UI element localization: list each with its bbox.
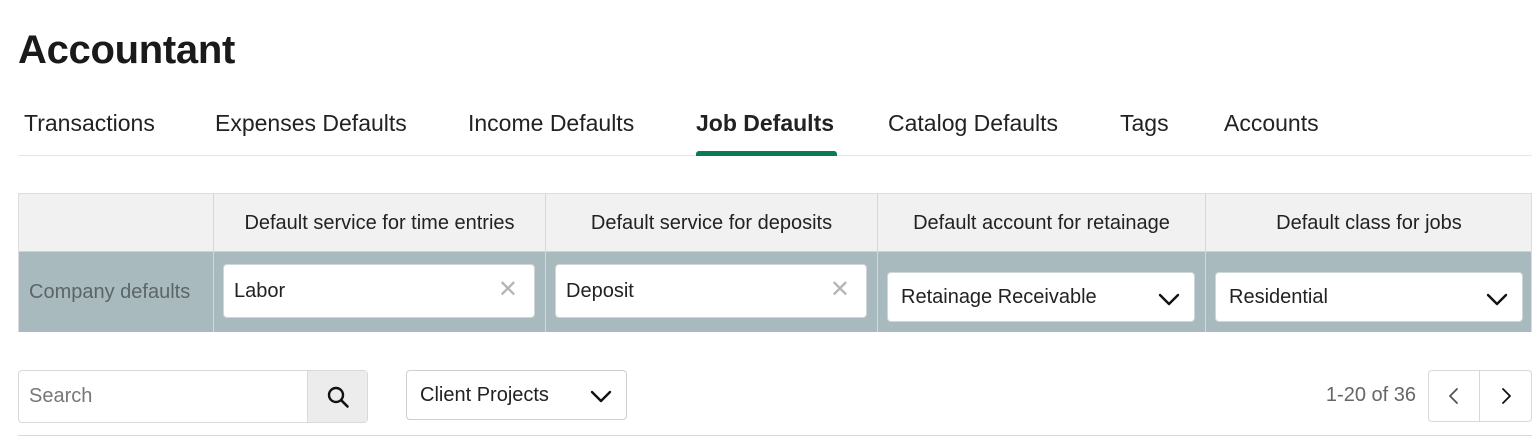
chevron-right-icon xyxy=(1501,388,1511,404)
search-icon xyxy=(327,386,349,408)
pagination-controls xyxy=(1428,370,1532,422)
page-title: Accountant xyxy=(18,28,236,72)
tab-transactions[interactable]: Transactions xyxy=(24,110,155,137)
tab-catalog-defaults[interactable]: Catalog Defaults xyxy=(888,110,1058,137)
header-retainage-account: Default account for retainage xyxy=(913,211,1170,234)
divider xyxy=(18,435,1532,436)
chevron-down-icon xyxy=(1158,293,1180,306)
chevron-down-icon xyxy=(590,390,612,403)
row-label-company-defaults: Company defaults xyxy=(29,280,191,303)
retainage-account-select[interactable]: Retainage Receivable xyxy=(887,272,1195,322)
tab-expenses-defaults[interactable]: Expenses Defaults xyxy=(215,110,407,137)
search-input[interactable] xyxy=(19,371,308,422)
search-box xyxy=(18,370,368,423)
tab-tags[interactable]: Tags xyxy=(1120,110,1169,137)
tab-income-defaults[interactable]: Income Defaults xyxy=(468,110,634,137)
header-deposits-service: Default service for deposits xyxy=(590,211,833,234)
retainage-account-value: Retainage Receivable xyxy=(901,285,1097,308)
job-defaults-table: Default service for time entries Default… xyxy=(18,193,1532,332)
previous-page-button[interactable] xyxy=(1429,371,1480,421)
close-icon[interactable]: ✕ xyxy=(830,278,850,302)
chevron-left-icon xyxy=(1449,388,1458,404)
time-entries-service-value: Labor xyxy=(234,279,286,302)
search-button[interactable] xyxy=(307,371,367,422)
pagination-count: 1-20 of 36 xyxy=(1325,384,1416,406)
tab-bar: Transactions Expenses Defaults Income De… xyxy=(18,104,1532,156)
deposit-service-value: Deposit xyxy=(566,279,634,302)
time-entries-service-field[interactable]: Labor ✕ xyxy=(223,264,535,318)
active-tab-indicator xyxy=(696,151,837,156)
tab-job-defaults[interactable]: Job Defaults xyxy=(696,110,834,137)
close-icon[interactable]: ✕ xyxy=(498,278,518,302)
job-class-select[interactable]: Residential xyxy=(1215,272,1523,322)
header-time-entries-service: Default service for time entries xyxy=(244,211,515,234)
tab-accounts[interactable]: Accounts xyxy=(1224,110,1319,137)
project-filter-value: Client Projects xyxy=(420,383,549,406)
project-filter-select[interactable]: Client Projects xyxy=(406,370,627,420)
deposit-service-field[interactable]: Deposit ✕ xyxy=(555,264,867,318)
job-class-value: Residential xyxy=(1229,285,1328,308)
header-job-class: Default class for jobs xyxy=(1276,211,1462,234)
next-page-button[interactable] xyxy=(1480,371,1531,421)
chevron-down-icon xyxy=(1486,293,1508,306)
